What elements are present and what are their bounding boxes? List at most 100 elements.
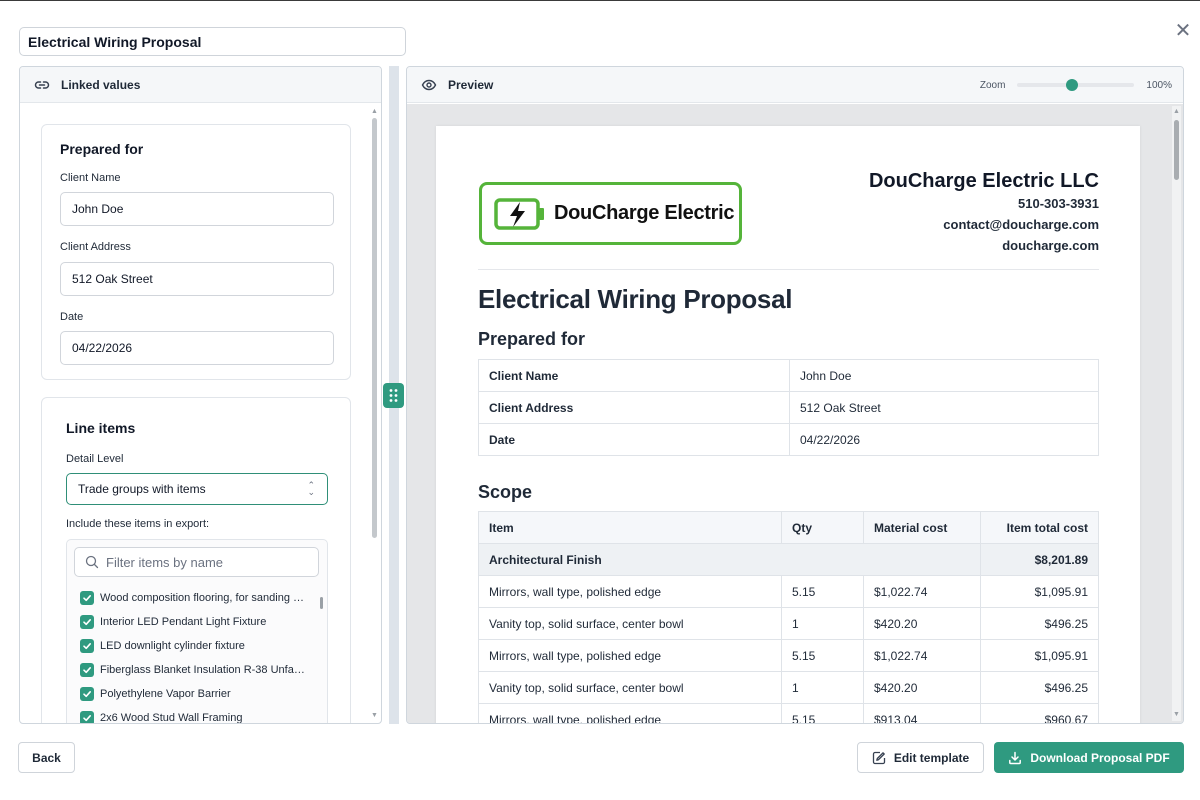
proposal-document: DouCharge Electric DouCharge Electric LL… — [436, 126, 1140, 723]
scroll-up-arrow[interactable]: ▲ — [1172, 108, 1181, 116]
table-cell: John Doe — [789, 359, 1099, 392]
list-item[interactable]: Interior LED Pendant Light Fixture — [67, 610, 315, 634]
group-total: $8,201.89 — [980, 543, 1099, 576]
close-icon[interactable]: ✕ — [1172, 20, 1194, 42]
download-pdf-button[interactable]: Download Proposal PDF — [994, 742, 1184, 773]
eye-icon — [421, 77, 437, 93]
checkbox[interactable] — [80, 639, 94, 653]
table-row: Vanity top, solid surface, center bowl 1 $… — [478, 671, 1099, 704]
table-cell: 1 — [781, 671, 864, 704]
checkbox[interactable] — [80, 687, 94, 701]
item-label: Polyethylene Vapor Barrier — [100, 688, 231, 700]
table-row: Date 04/22/2026 — [478, 423, 1099, 456]
left-scrollbar[interactable]: ▲ ▼ — [371, 108, 378, 719]
chevron-updown-icon: ⌃ ⌄ — [307, 480, 315, 497]
list-item[interactable]: Fiberglass Blanket Insulation R-38 Unfac… — [67, 658, 315, 682]
items-scroll-thumb[interactable] — [320, 597, 323, 609]
search-icon — [85, 555, 99, 569]
battery-bolt-icon — [494, 196, 546, 232]
table-cell: $496.25 — [980, 607, 1099, 640]
table-cell: Client Address — [478, 391, 790, 424]
scroll-up-arrow[interactable]: ▲ — [371, 108, 378, 115]
left-scroll-thumb[interactable] — [372, 118, 377, 538]
zoom-value: 100% — [1146, 79, 1172, 91]
prepared-for-card: Prepared for Client Name John Doe Client… — [41, 124, 351, 380]
list-item[interactable]: Wood composition flooring, for sanding a… — [67, 586, 315, 610]
linked-values-scroll[interactable]: Prepared for Client Name John Doe Client… — [20, 104, 381, 723]
column-header: Item — [478, 511, 782, 544]
client-address-label: Client Address — [60, 241, 131, 253]
grip-icon[interactable] — [383, 383, 404, 408]
item-label: Wood composition flooring, for sanding a… — [100, 592, 305, 604]
top-border — [0, 0, 1200, 1]
preview-title: Preview — [448, 77, 494, 92]
table-cell: Mirrors, wall type, polished edge — [478, 703, 782, 723]
checkbox[interactable] — [80, 711, 94, 723]
table-cell: 5.15 — [781, 639, 864, 672]
table-cell: Mirrors, wall type, polished edge — [478, 639, 782, 672]
company-name: DouCharge Electric LLC — [868, 170, 1099, 192]
line-items-card: Line items Detail Level Trade groups wit… — [41, 397, 351, 724]
detail-level-label: Detail Level — [66, 453, 124, 465]
prepared-for-heading: Prepared for — [478, 329, 586, 349]
zoom-control: Zoom 100% — [980, 67, 1172, 103]
scroll-down-arrow[interactable]: ▼ — [371, 712, 378, 719]
zoom-slider[interactable] — [1017, 79, 1135, 91]
group-name: Architectural Finish — [478, 543, 981, 576]
scroll-down-arrow[interactable]: ▼ — [1172, 711, 1181, 719]
filter-items-input[interactable]: Filter items by name — [74, 547, 319, 577]
checkbox[interactable] — [80, 615, 94, 629]
zoom-slider-handle[interactable] — [1066, 79, 1079, 91]
group-row: Architectural Finish $8,201.89 — [478, 543, 1099, 576]
table-cell: 04/22/2026 — [789, 423, 1099, 456]
include-items-label: Include these items in export: — [66, 518, 210, 530]
line-items-title: Line items — [66, 420, 136, 436]
table-cell: 1 — [781, 607, 864, 640]
edit-template-button[interactable]: Edit template — [857, 742, 984, 773]
download-pdf-label: Download Proposal PDF — [1030, 750, 1170, 765]
table-cell: $496.25 — [980, 671, 1099, 704]
table-row: Client Address 512 Oak Street — [478, 391, 1099, 424]
preview-scrollbar[interactable]: ▲ ▼ — [1172, 106, 1181, 721]
prepared-for-table: Client Name John Doe Client Address 512 Oa… — [478, 359, 1099, 456]
linked-values-title: Linked values — [61, 77, 141, 92]
company-phone: 510-303-3931 — [1018, 196, 1099, 211]
list-item[interactable]: LED downlight cylinder fixture — [67, 634, 315, 658]
list-item[interactable]: 2x6 Wood Stud Wall Framing — [67, 706, 315, 724]
table-header-row: Item Qty Material cost Item total cost — [478, 511, 1099, 544]
item-checkbox-list: Wood composition flooring, for sanding a… — [67, 586, 315, 724]
linked-values-header: Linked values — [20, 67, 381, 103]
table-cell: $1,095.91 — [980, 575, 1099, 608]
list-item[interactable]: Polyethylene Vapor Barrier — [67, 682, 315, 706]
proposal-title-input[interactable]: Electrical Wiring Proposal — [19, 27, 406, 56]
column-header: Material cost — [863, 511, 981, 544]
table-cell: $1,095.91 — [980, 639, 1099, 672]
company-info: DouCharge Electric LLC 510-303-3931 cont… — [869, 169, 1099, 256]
preview-panel: Preview Zoom 100% DouCharge Electric Dou… — [406, 66, 1184, 724]
zoom-label: Zoom — [979, 79, 1006, 91]
client-name-input[interactable]: John Doe — [60, 192, 334, 226]
linked-values-panel: Linked values Prepared for Client Name J… — [19, 66, 382, 724]
filter-placeholder: Filter items by name — [106, 554, 224, 570]
column-header: Item total cost — [980, 511, 1099, 544]
back-button[interactable]: Back — [18, 742, 75, 773]
table-cell: $1,022.74 — [863, 575, 981, 608]
detail-level-select[interactable]: Trade groups with items ⌃ ⌄ — [66, 473, 328, 505]
company-website: doucharge.com — [1002, 238, 1099, 253]
checkbox[interactable] — [80, 663, 94, 677]
table-cell: Client Name — [478, 359, 790, 392]
table-cell: Vanity top, solid surface, center bowl — [478, 671, 782, 704]
item-label: 2x6 Wood Stud Wall Framing — [100, 712, 243, 724]
table-cell: $420.20 — [863, 607, 981, 640]
client-address-input[interactable]: 512 Oak Street — [60, 262, 334, 296]
item-label: LED downlight cylinder fixture — [100, 640, 245, 652]
table-cell: $913.04 — [863, 703, 981, 723]
date-input[interactable]: 04/22/2026 — [60, 331, 334, 365]
items-scrollbar[interactable] — [318, 588, 325, 723]
company-email: contact@doucharge.com — [943, 217, 1099, 232]
table-cell: Mirrors, wall type, polished edge — [478, 575, 782, 608]
table-row: Vanity top, solid surface, center bowl 1 $… — [478, 607, 1099, 640]
checkbox[interactable] — [80, 591, 94, 605]
preview-scroll-thumb[interactable] — [1174, 120, 1179, 180]
preview-canvas[interactable]: DouCharge Electric DouCharge Electric LL… — [407, 104, 1183, 723]
